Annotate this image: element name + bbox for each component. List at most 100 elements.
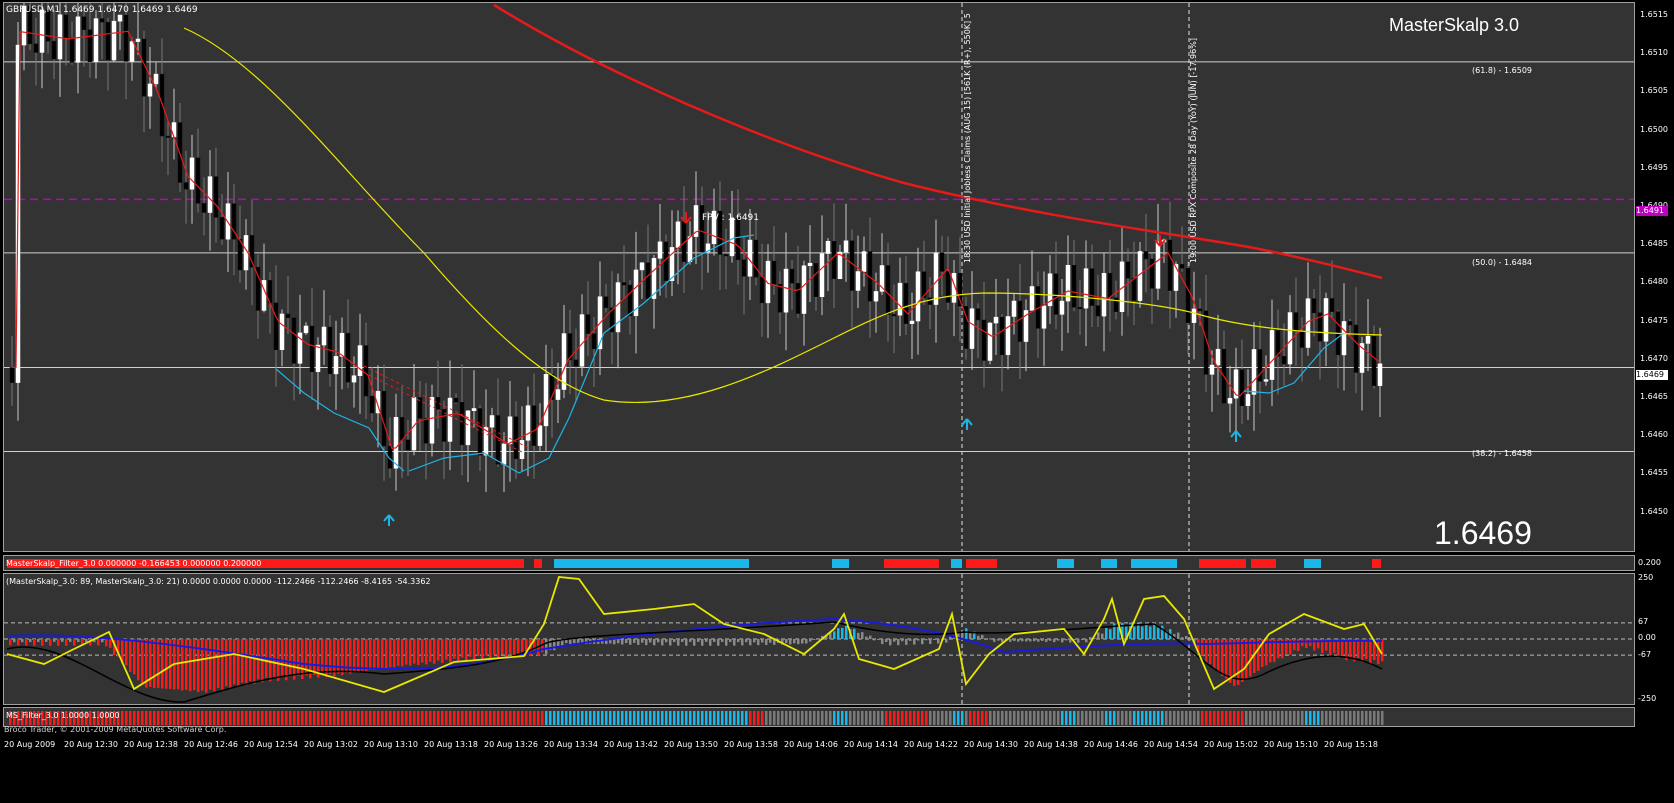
- osc-histogram-bar: [197, 639, 200, 693]
- time-axis-label: 20 Aug 15:02: [1204, 740, 1258, 749]
- ms-filter-bar: [1097, 711, 1100, 725]
- bear-candle: [999, 316, 1005, 356]
- news-event-label-1: 18:30 USD Initial Jobless Claims (AUG 15…: [963, 13, 972, 263]
- osc-histogram-bar: [1033, 639, 1036, 642]
- osc-histogram-bar: [13, 639, 16, 643]
- osc-histogram-bar: [385, 639, 388, 669]
- time-axis-label: 20 Aug 13:34: [544, 740, 598, 749]
- ms-filter-bar: [1341, 711, 1344, 725]
- bear-candle: [1299, 330, 1305, 348]
- bear-candle: [603, 296, 609, 308]
- filter-bar-cyan: [1057, 559, 1074, 568]
- ms-filter-bar: [1313, 711, 1316, 725]
- osc-histogram-bar: [1049, 639, 1052, 641]
- ms-filter-bar: [929, 711, 932, 725]
- osc-histogram-bar: [169, 639, 172, 689]
- ms-filter-bar: [865, 711, 868, 725]
- filter-panel[interactable]: MasterSkalp_Filter_3.0 0.000000 -0.16645…: [3, 555, 1635, 571]
- ms-filter-bar: [285, 711, 288, 725]
- bear-candle: [405, 439, 411, 451]
- ms-filter-bar: [621, 711, 624, 725]
- time-axis-label: 20 Aug 12:54: [244, 740, 298, 749]
- osc-histogram-bar: [709, 639, 712, 646]
- osc-histogram-bar: [433, 639, 436, 664]
- osc-histogram-bar: [1305, 639, 1308, 649]
- ms-filter-bar: [245, 711, 248, 725]
- ms-filter-bar: [1377, 711, 1380, 725]
- bull-candle: [987, 322, 993, 361]
- ms-filter-bar: [1289, 711, 1292, 725]
- time-axis-label: 20 Aug 13:42: [604, 740, 658, 749]
- price-scale-tick: 1.6510: [1640, 48, 1668, 58]
- bull-candle: [489, 415, 495, 428]
- ms-filter-bar: [773, 711, 776, 725]
- ms-filter-bar: [713, 711, 716, 725]
- price-scale-tick: 1.6475: [1640, 315, 1668, 325]
- bear-candle: [309, 325, 315, 373]
- ms-filter-bar: [537, 711, 540, 725]
- price-tag-current: 1.6469: [1636, 370, 1668, 380]
- ms-filter-bar: [421, 711, 424, 725]
- ms-filter-bar: [757, 711, 760, 725]
- long-ma-line: [493, 3, 1383, 280]
- osc-histogram-bar: [1053, 639, 1056, 643]
- time-axis-label: 20 Aug 12:30: [64, 740, 118, 749]
- bull-candle: [147, 83, 153, 97]
- ms-filter-bar: [1205, 711, 1208, 725]
- osc-histogram-bar: [501, 639, 504, 655]
- price-scale-tick: 1.6465: [1640, 392, 1668, 401]
- ms-filter-bar: [1001, 711, 1004, 725]
- osc-histogram-bar: [757, 639, 760, 646]
- osc-histogram-bar: [41, 639, 44, 646]
- osc-histogram-bar: [105, 639, 108, 647]
- osc-histogram-bar: [225, 639, 228, 687]
- osc-histogram-bar: [877, 639, 880, 640]
- ms-filter-bar: [905, 711, 908, 725]
- ms-filter-bar: [1193, 711, 1196, 725]
- osc-histogram-bar: [161, 639, 164, 689]
- bear-candle: [1143, 251, 1149, 260]
- ms-filter-bar: [513, 711, 516, 725]
- bear-candle: [105, 21, 111, 61]
- ms-filter-bar: [1329, 711, 1332, 725]
- ms-filter-bar: [897, 711, 900, 725]
- ms-filter-bar: [1085, 711, 1088, 725]
- bear-candle: [453, 397, 459, 403]
- ms-filter-bar: [237, 711, 240, 725]
- osc-histogram-bar: [369, 639, 372, 670]
- osc-histogram-bar: [53, 639, 56, 642]
- osc-histogram-bar: [97, 639, 100, 646]
- bull-candle: [207, 176, 213, 213]
- ms-filter-bar: [645, 711, 648, 725]
- bear-candle: [1053, 273, 1059, 315]
- bear-candle: [99, 18, 105, 23]
- osc-histogram-bar: [1205, 639, 1208, 663]
- osc-histogram-bar: [497, 639, 500, 659]
- oscillator-panel[interactable]: (MasterSkalp_3.0: 89, MasterSkalp_3.0: 2…: [3, 573, 1635, 705]
- ms-filter-bar: [509, 711, 512, 725]
- ms-filter-bar: [1061, 711, 1064, 725]
- osc-histogram-bar: [1201, 639, 1204, 656]
- ms-filter-bar: [1173, 711, 1176, 725]
- osc-histogram-bar: [749, 639, 752, 646]
- bear-candle: [1131, 278, 1137, 301]
- ms-filter-panel[interactable]: MS_Filter_3.0 1.0000 1.0000: [3, 707, 1635, 727]
- osc-histogram-bar: [1105, 627, 1108, 639]
- ms-filter-bar: [165, 711, 168, 725]
- main-chart-pane[interactable]: GBPUSD,M1 1.6469 1.6470 1.6469 1.6469 Ma…: [3, 2, 1635, 552]
- ms-filter-bar: [453, 711, 456, 725]
- osc-histogram-bar: [1361, 639, 1364, 663]
- bull-candle: [1209, 364, 1215, 375]
- ms-filter-bar: [173, 711, 176, 725]
- bull-candle: [1287, 312, 1293, 365]
- time-axis-label: 20 Aug 13:02: [304, 740, 358, 749]
- osc-histogram-bar: [401, 639, 404, 667]
- osc-histogram-bar: [1189, 639, 1192, 641]
- ms-filter-bar: [1365, 711, 1368, 725]
- osc-histogram-bar: [689, 639, 692, 642]
- osc-histogram-bar: [801, 639, 804, 644]
- ms-filter-bar: [789, 711, 792, 725]
- ms-filter-bar: [861, 711, 864, 725]
- osc-histogram-bar: [753, 639, 756, 643]
- filter-bar-red: [1251, 559, 1276, 568]
